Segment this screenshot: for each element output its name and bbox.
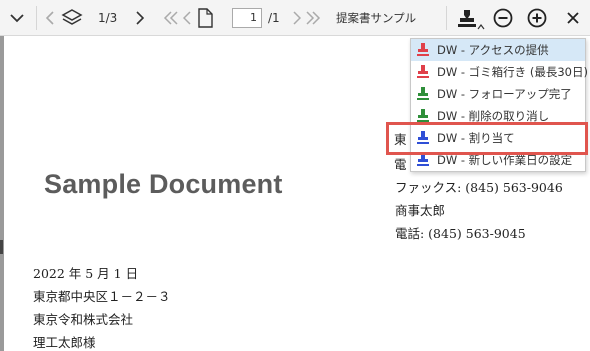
next-page-icon <box>293 11 301 25</box>
toolbar-separator <box>36 6 37 30</box>
phone-line: 電話: (845) 563-9045 <box>395 226 526 241</box>
stamp-menu-item[interactable]: DW - ゴミ箱行き (最長30日) <box>411 61 588 83</box>
document-counter: 1/3 <box>98 11 118 25</box>
stamp-icon <box>417 43 429 56</box>
stamp-menu-caret[interactable] <box>476 22 486 32</box>
stamp-icon <box>417 87 429 100</box>
last-page-icon <box>306 11 321 25</box>
next-document-button[interactable] <box>134 10 146 26</box>
chevron-left-icon <box>46 11 54 25</box>
stamp-menu-item[interactable]: DW - アクセスの提供 <box>411 39 585 61</box>
stamp-menu-item-label: DW - アクセスの提供 <box>437 43 549 57</box>
chevron-down-icon <box>10 14 24 23</box>
zoom-in-button[interactable] <box>526 7 548 29</box>
sender-name: 商事太郎 <box>395 203 446 218</box>
layers-button[interactable] <box>60 7 84 29</box>
zoom-in-icon <box>527 8 547 28</box>
page-total: /1 <box>268 11 280 25</box>
page-icon <box>198 8 213 28</box>
last-page-button[interactable] <box>304 10 322 26</box>
date-line: 2022 年 5 月 1 日 <box>33 266 139 281</box>
chevron-right-icon <box>136 11 144 25</box>
toolbar-separator <box>446 6 447 30</box>
first-page-button[interactable] <box>162 10 180 26</box>
viewer-toolbar: 1/3 1 /1 提案書サンプル <box>0 0 590 36</box>
highlight-callout <box>386 122 588 155</box>
close-button[interactable] <box>564 9 582 27</box>
page-thumbnail-button[interactable] <box>196 7 214 29</box>
previous-page-button[interactable] <box>182 10 192 26</box>
close-icon <box>567 12 579 24</box>
next-page-button[interactable] <box>292 10 302 26</box>
previous-document-button[interactable] <box>44 10 56 26</box>
first-page-icon <box>163 11 178 25</box>
document-title: Sample Document <box>44 169 283 199</box>
previous-page-icon <box>183 11 191 25</box>
recipient-address: 東京都中央区１－２－３ <box>33 289 171 304</box>
zoom-out-icon <box>493 8 513 28</box>
address-line: 電 <box>394 157 407 172</box>
menu-toggle-button[interactable] <box>8 10 26 26</box>
layers-icon <box>61 9 83 25</box>
fax-line: ファックス: (845) 563-9046 <box>395 180 563 195</box>
recipient-company: 東京令和株式会社 <box>33 312 134 327</box>
stamp-menu-item[interactable]: DW - フォローアップ完了 <box>411 83 585 105</box>
stamp-icon <box>417 65 429 78</box>
zoom-out-button[interactable] <box>492 7 514 29</box>
recipient-name: 理工太郎様 <box>33 335 96 350</box>
document-name: 提案書サンプル <box>336 11 417 25</box>
stamp-menu-item-label: DW - フォローアップ完了 <box>437 87 572 101</box>
page-number-input[interactable]: 1 <box>232 8 262 28</box>
caret-up-icon <box>477 24 485 30</box>
stamp-menu-item-label: DW - ゴミ箱行き (最長30日) <box>437 65 588 79</box>
resize-handle[interactable] <box>0 240 3 254</box>
